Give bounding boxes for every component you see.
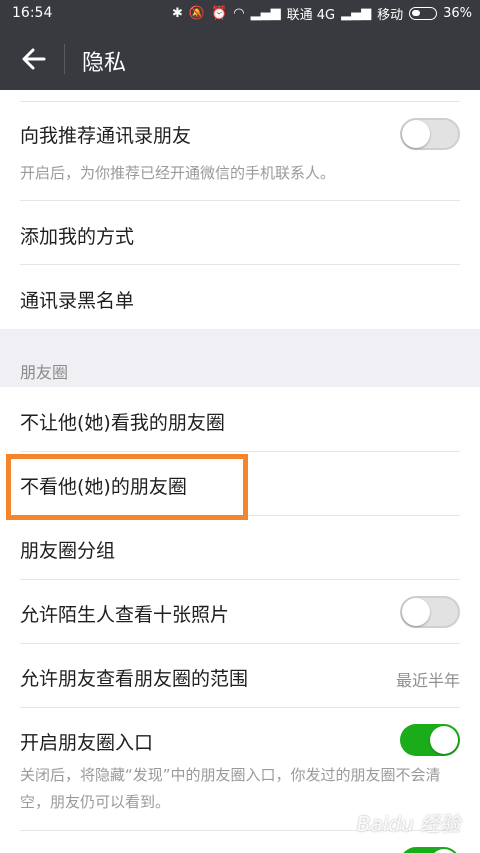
divider <box>20 579 460 580</box>
status-icons: ✱ 🔕 ⏰ ◠ ▂▄▆ 联通 4G ▂▄▆ 移动 36% <box>172 4 472 23</box>
status-bar: 16:54 ✱ 🔕 ⏰ ◠ ▂▄▆ 联通 4G ▂▄▆ 移动 36% <box>0 0 480 28</box>
watermark: Baidu 经验 <box>356 812 460 836</box>
recommend-toggle[interactable] <box>400 118 460 150</box>
next-toggle[interactable] <box>400 847 460 853</box>
battery-icon <box>409 7 438 20</box>
divider <box>20 643 460 644</box>
setting-blacklist[interactable]: 通讯录黑名单 <box>20 286 134 313</box>
recommend-description: 开启后，为你推荐已经开通微信的手机联系人。 <box>20 164 336 182</box>
divider <box>20 264 460 265</box>
setting-moments-entry: 开启朋友圈入口 <box>20 732 154 754</box>
setting-moments-groups[interactable]: 朋友圈分组 <box>20 536 115 563</box>
wifi-icon: ◠ <box>233 6 245 21</box>
divider <box>20 101 460 102</box>
moments-entry-toggle[interactable] <box>400 724 460 756</box>
divider <box>20 451 460 452</box>
toggle-knob <box>402 598 430 626</box>
setting-strangers-view: 允许陌生人查看十张照片 <box>20 604 230 626</box>
section-title: 朋友圈 <box>20 363 69 382</box>
alarm-icon: ⏰ <box>211 6 228 21</box>
moments-range-value: 最近半年 <box>395 671 460 690</box>
page-title: 隐私 <box>82 51 127 76</box>
title-bar: 隐私 <box>0 28 480 90</box>
battery-level: 36% <box>443 6 472 21</box>
setting-moments-range[interactable]: 允许朋友查看朋友圈的范围 <box>20 664 248 691</box>
status-time: 16:54 <box>12 5 53 21</box>
carrier-1: 联通 4G <box>286 8 336 23</box>
toggle-knob <box>430 849 458 853</box>
divider <box>20 200 460 201</box>
carrier-2: 移动 <box>377 8 404 23</box>
bluetooth-icon: ✱ <box>171 6 183 21</box>
setting-add-method[interactable]: 添加我的方式 <box>20 222 134 249</box>
divider <box>20 707 460 708</box>
toggle-knob <box>430 726 458 754</box>
highlight-box <box>6 454 248 520</box>
strangers-toggle[interactable] <box>400 596 460 628</box>
title-divider <box>64 44 65 74</box>
recommend-label: 向我推荐通讯录朋友 <box>20 125 192 147</box>
back-arrow-icon[interactable] <box>18 43 50 75</box>
mute-icon: 🔕 <box>188 6 206 21</box>
toggle-knob <box>402 120 430 148</box>
section-header-moments: 朋友圈 <box>0 329 480 387</box>
setting-hide-moments-from[interactable]: 不让他(她)看我的朋友圈 <box>20 408 225 435</box>
signal-icon-2: ▂▄▆ <box>341 6 372 21</box>
signal-icon: ▂▄▆ <box>250 6 281 21</box>
